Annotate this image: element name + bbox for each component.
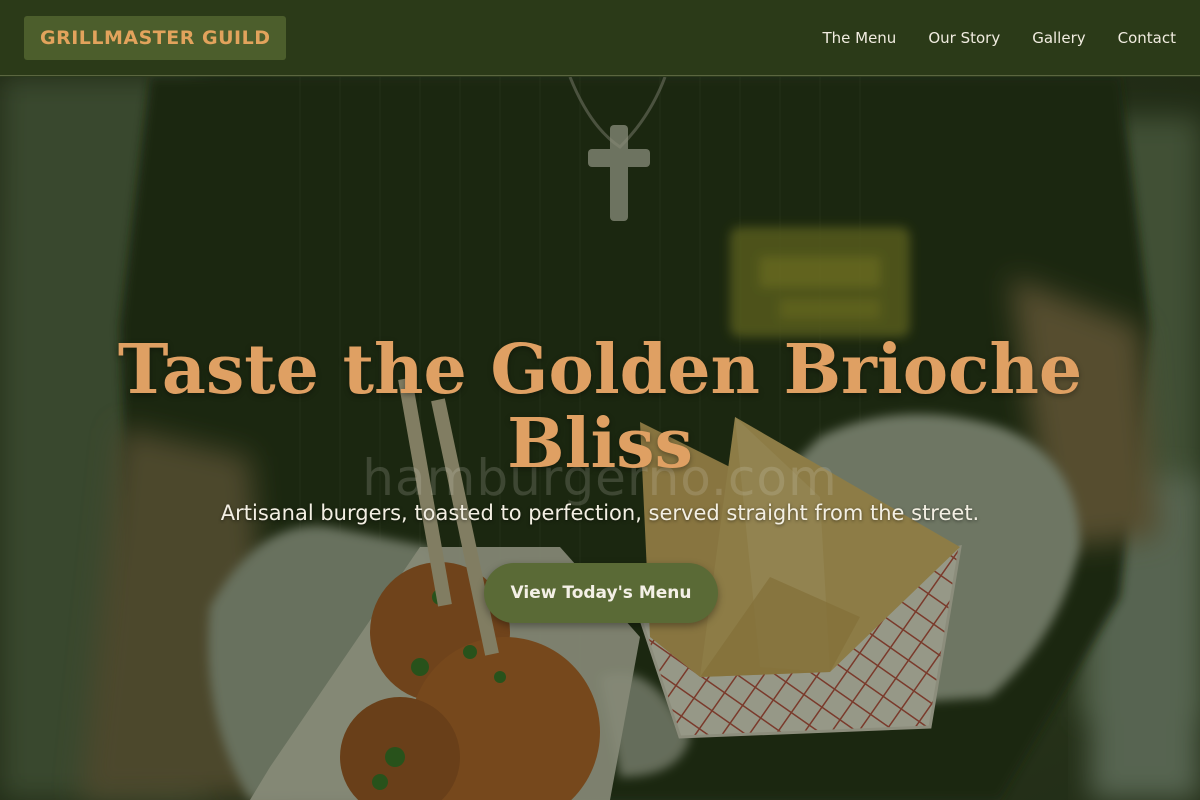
main-nav: The Menu Our Story Gallery Contact xyxy=(822,0,1176,76)
site-header: GRILLMASTER GUILD The Menu Our Story Gal… xyxy=(0,0,1200,76)
nav-link-menu[interactable]: The Menu xyxy=(822,29,896,47)
hero-subheadline: Artisanal burgers, toasted to perfection… xyxy=(220,501,980,525)
hero-headline: Taste the Golden Brioche Bliss xyxy=(117,330,1083,484)
nav-link-our-story[interactable]: Our Story xyxy=(928,29,1000,47)
nav-link-contact[interactable]: Contact xyxy=(1118,29,1176,47)
site-logo[interactable]: GRILLMASTER GUILD xyxy=(24,16,287,60)
hero-section: hamburgerno.com Taste the Golden Brioche… xyxy=(0,77,1200,800)
nav-link-gallery[interactable]: Gallery xyxy=(1032,29,1085,47)
view-menu-button[interactable]: View Today's Menu xyxy=(484,563,718,623)
